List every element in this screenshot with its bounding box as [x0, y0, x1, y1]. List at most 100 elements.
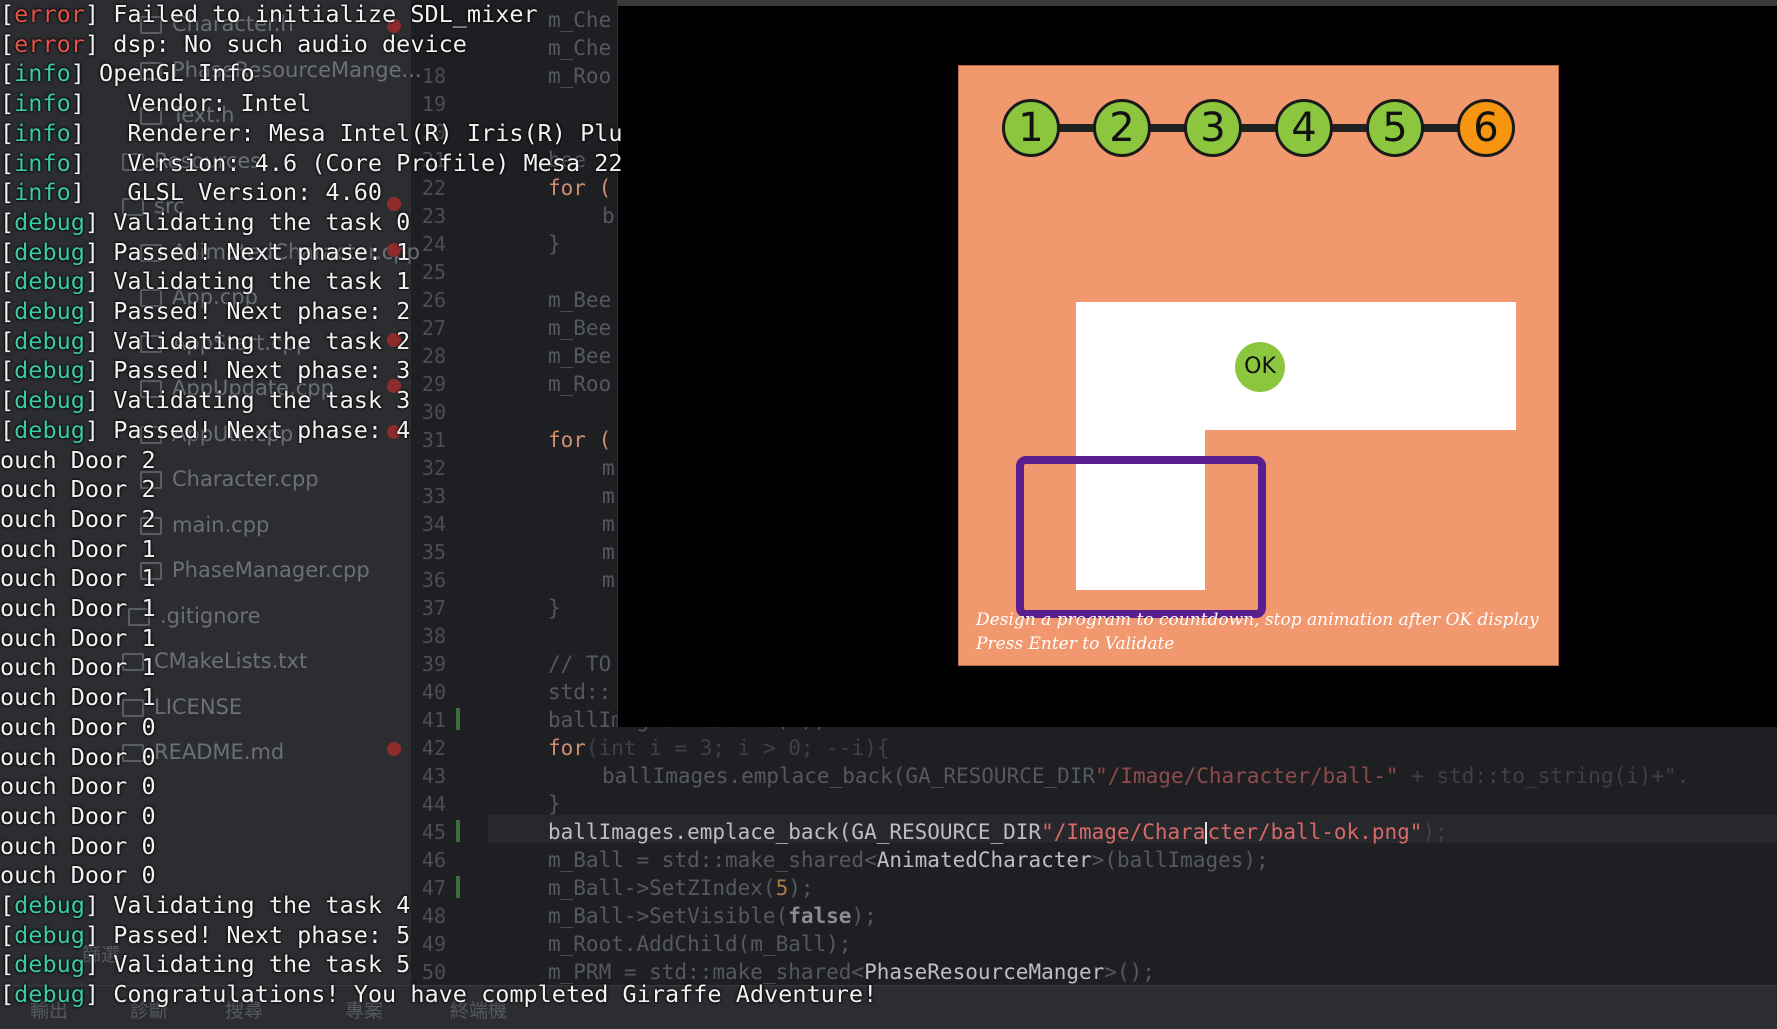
log-line: [debug] Passed! Next phase: 5 — [0, 920, 411, 949]
phase-node-4: 4 — [1275, 99, 1333, 157]
code-text: + std::to_string(i)+". — [1398, 764, 1690, 788]
log-text: ouch Door 2 — [0, 504, 156, 533]
log-level: info — [14, 118, 71, 147]
log-level: info — [14, 59, 71, 88]
code-string: "/Image/Character/ball-" — [1095, 764, 1399, 788]
log-text: ouch Door 2 — [0, 475, 156, 504]
log-text: Validating the task 0 — [99, 207, 411, 236]
log-line: ouch Door 1 — [0, 623, 156, 653]
code-text: >(); — [1104, 960, 1155, 984]
log-level: error — [14, 0, 85, 28]
log-text: Vendor: Intel — [84, 89, 312, 118]
task-hint-line2: Press Enter to Validate — [976, 634, 1175, 654]
log-line: ouch Door 2 — [0, 474, 156, 504]
log-line: ouch Door 0 — [0, 712, 156, 742]
log-line: ouch Door 2 — [0, 445, 156, 475]
log-line: ouch Door 0 — [0, 742, 156, 772]
log-text: Congratulations! You have completed Gira… — [99, 980, 878, 1009]
log-level: debug — [14, 415, 85, 444]
log-text: Passed! Next phase: 4 — [99, 415, 411, 444]
log-line: [debug] Validating the task 5 — [0, 950, 411, 979]
log-line: [info] OpenGL Info — [0, 59, 255, 88]
log-text: Version: 4.6 (Core Profile) Mesa 22 — [84, 148, 623, 177]
log-level: debug — [14, 207, 85, 236]
log-line: ouch Door 0 — [0, 831, 156, 861]
log-level: info — [14, 89, 71, 118]
log-line: ouch Door 1 — [0, 652, 156, 682]
log-line: ouch Door 0 — [0, 801, 156, 831]
code-string: cter/ball-ok.png" — [1207, 820, 1423, 844]
log-line: ouch Door 1 — [0, 563, 156, 593]
log-text: ouch Door 2 — [0, 445, 156, 474]
log-level: debug — [14, 356, 85, 385]
log-line: ouch Door 2 — [0, 504, 156, 534]
console-log: [error] Failed to initialize SDL_mixer [e… — [0, 0, 900, 1028]
log-text: ouch Door 0 — [0, 861, 156, 890]
log-text: ouch Door 0 — [0, 712, 156, 741]
log-line: [debug] Passed! Next phase: 2 — [0, 297, 411, 325]
log-line: [error] dsp: No such audio device — [0, 29, 467, 58]
log-text: Validating the task 1 — [99, 267, 411, 296]
log-text: ouch Door 0 — [0, 772, 156, 801]
phase-node-6: 6 — [1457, 99, 1515, 157]
log-level: debug — [14, 950, 85, 979]
log-text: ouch Door 1 — [0, 534, 156, 563]
log-line: [debug] Validating the task 1 — [0, 267, 411, 296]
log-line: ouch Door 0 — [0, 860, 156, 890]
log-text: Passed! Next phase: 1 — [99, 237, 411, 266]
code-type: PhaseResourceManger — [864, 960, 1105, 984]
log-text: Failed to initialize SDL_mixer — [99, 0, 538, 28]
log-line: [debug] Passed! Next phase: 4 — [0, 415, 411, 444]
log-text: Validating the task 5 — [99, 950, 411, 979]
log-level: debug — [14, 891, 85, 919]
log-text: Validating the task 2 — [99, 326, 411, 355]
log-text: Renderer: Mesa Intel(R) Iris(R) Plu — [84, 118, 623, 147]
log-level: info — [14, 178, 71, 207]
log-text: ouch Door 1 — [0, 594, 156, 622]
log-line: [debug] Congratulations! You have comple… — [0, 980, 878, 1009]
log-line: [debug] Passed! Next phase: 1 — [0, 237, 411, 266]
log-text: ouch Door 1 — [0, 564, 156, 593]
log-text: Passed! Next phase: 2 — [99, 297, 411, 325]
log-text: ouch Door 0 — [0, 801, 156, 830]
code-type: AnimatedCharacter — [876, 848, 1092, 872]
code-text: ); — [1422, 820, 1448, 844]
code-text: >(ballImages); — [1091, 848, 1269, 872]
log-text: ouch Door 0 — [0, 831, 156, 860]
log-line: ouch Door 0 — [0, 771, 156, 801]
log-line: [error] Failed to initialize SDL_mixer — [0, 0, 538, 28]
phase-node-5: 5 — [1366, 99, 1424, 157]
log-text: ouch Door 1 — [0, 623, 156, 652]
log-text: Validating the task 4 — [99, 891, 411, 919]
log-level: debug — [14, 237, 85, 266]
log-line: [debug] Validating the task 4 — [0, 891, 411, 919]
log-text: GLSL Version: 4.60 — [84, 178, 383, 207]
log-level: debug — [14, 326, 85, 355]
log-line: ouch Door 1 — [0, 593, 156, 623]
white-path-top — [1076, 302, 1516, 430]
log-text: OpenGL Info — [84, 59, 255, 88]
log-line: [debug] Validating the task 2 — [0, 326, 411, 355]
log-level: debug — [14, 297, 85, 325]
log-line: [info] Renderer: Mesa Intel(R) Iris(R) P… — [0, 118, 623, 147]
log-text: ouch Door 0 — [0, 742, 156, 771]
log-line: [info] Version: 4.6 (Core Profile) Mesa … — [0, 148, 623, 177]
log-level: debug — [14, 920, 85, 949]
log-level: info — [14, 148, 71, 177]
log-text: dsp: No such audio device — [99, 29, 467, 58]
phase-node-3: 3 — [1184, 99, 1242, 157]
code-string: "/Image/Chara — [1041, 820, 1206, 844]
log-line: [debug] Validating the task 3 — [0, 386, 411, 415]
log-text: Validating the task 3 — [99, 386, 411, 415]
log-level: debug — [14, 267, 85, 296]
ok-ball: OK — [1235, 342, 1285, 392]
log-line: [info] Vendor: Intel — [0, 89, 312, 118]
log-level: error — [14, 29, 85, 58]
log-level: debug — [14, 980, 85, 1009]
log-line: [debug] Validating the task 0 — [0, 207, 411, 236]
phase-node-2: 2 — [1093, 99, 1151, 157]
log-line: [info] GLSL Version: 4.60 — [0, 178, 383, 207]
log-level: debug — [14, 386, 85, 415]
log-text: ouch Door 1 — [0, 653, 156, 682]
log-line: ouch Door 1 — [0, 682, 156, 712]
